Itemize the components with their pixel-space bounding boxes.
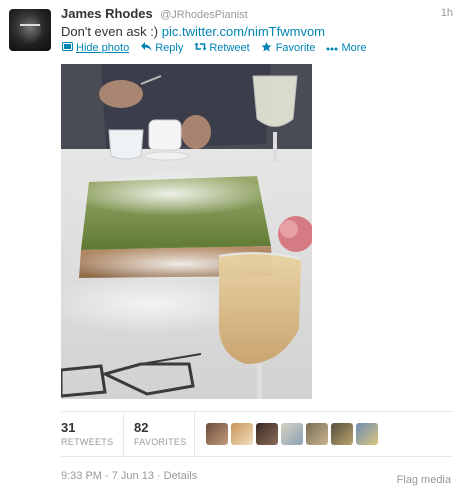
hide-photo-button[interactable]: Hide photo bbox=[61, 41, 129, 55]
retweet-icon bbox=[194, 42, 207, 54]
more-label: More bbox=[341, 42, 367, 54]
favoriters-avatars bbox=[206, 423, 378, 445]
favoriter-avatar[interactable] bbox=[306, 423, 328, 445]
favoriter-avatar[interactable] bbox=[231, 423, 253, 445]
more-button[interactable]: More bbox=[326, 41, 367, 55]
retweet-button[interactable]: Retweet bbox=[194, 41, 250, 55]
reply-arrow-icon bbox=[140, 42, 152, 54]
reply-button[interactable]: Reply bbox=[140, 41, 183, 55]
tweet-footer: 9:33 PM - 7 Jun 13 · Details bbox=[61, 470, 197, 482]
favoriter-avatar[interactable] bbox=[331, 423, 353, 445]
favoriter-avatar[interactable] bbox=[206, 423, 228, 445]
tweet-actions: Hide photo Reply Retweet Favorite More bbox=[61, 41, 367, 55]
retweet-label: Retweet bbox=[209, 42, 250, 54]
retweets-count: 31 bbox=[61, 420, 76, 435]
favoriter-avatar[interactable] bbox=[256, 423, 278, 445]
more-dots-icon bbox=[326, 43, 338, 54]
hide-photo-label: Hide photo bbox=[76, 42, 130, 54]
favorite-label: Favorite bbox=[275, 42, 316, 54]
reply-label: Reply bbox=[155, 42, 184, 54]
tweet: James Rhodes @JRhodesPianist 1h Don't ev… bbox=[0, 0, 461, 492]
tweet-text-body: Don't even ask :) bbox=[61, 24, 159, 39]
tweet-photo-link[interactable]: pic.twitter.com/nimTfwmvom bbox=[162, 24, 325, 39]
stats-divider bbox=[194, 412, 195, 456]
tweet-time[interactable]: 1h bbox=[441, 7, 453, 19]
photo-icon bbox=[61, 42, 73, 54]
tweet-text: Don't even ask :) pic.twitter.com/nimTfw… bbox=[61, 24, 325, 39]
favoriter-avatar[interactable] bbox=[281, 423, 303, 445]
star-icon bbox=[261, 41, 273, 55]
avatar-glasses bbox=[20, 24, 40, 29]
photo-illustration bbox=[61, 64, 312, 399]
favorite-button[interactable]: Favorite bbox=[261, 41, 316, 55]
footer-separator: · bbox=[156, 470, 161, 482]
stats-divider bbox=[123, 412, 124, 456]
user-avatar[interactable] bbox=[9, 9, 51, 51]
tweet-timestamp[interactable]: 9:33 PM - 7 Jun 13 bbox=[61, 470, 154, 482]
flag-media-link[interactable]: Flag media bbox=[397, 474, 451, 486]
avatar-face bbox=[19, 15, 41, 43]
user-handle[interactable]: @JRhodesPianist bbox=[160, 9, 248, 21]
favoriter-avatar[interactable] bbox=[356, 423, 378, 445]
favorites-stat[interactable]: 82 FAVORITES bbox=[134, 420, 187, 447]
retweets-stat[interactable]: 31 RETWEETS bbox=[61, 420, 113, 447]
tweet-photo[interactable] bbox=[61, 64, 312, 399]
favorites-label: FAVORITES bbox=[134, 437, 187, 447]
favorites-count: 82 bbox=[134, 420, 149, 435]
tweet-header: James Rhodes @JRhodesPianist 1h bbox=[61, 6, 453, 24]
tweet-stats: 31 RETWEETS 82 FAVORITES bbox=[61, 411, 453, 457]
details-link[interactable]: Details bbox=[164, 470, 198, 482]
retweets-label: RETWEETS bbox=[61, 437, 114, 447]
user-fullname[interactable]: James Rhodes bbox=[61, 6, 153, 21]
